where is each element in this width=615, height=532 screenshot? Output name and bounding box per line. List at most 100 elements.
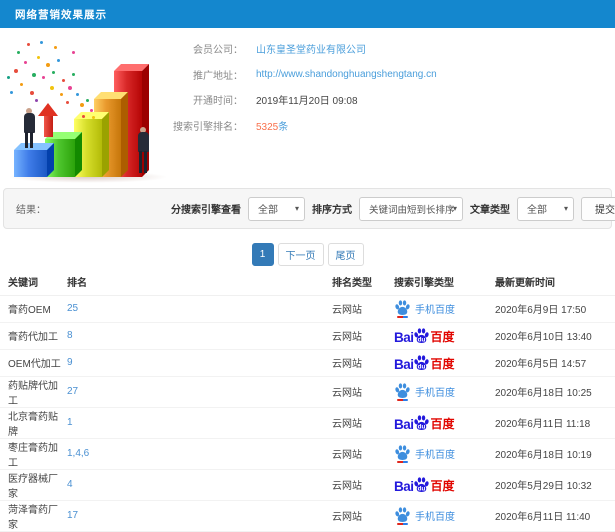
confetti-dot: [32, 73, 36, 77]
keyword-cell: 医疗器械厂家: [0, 469, 67, 501]
keyword-cell: 膏药代加工: [0, 322, 67, 350]
table-row: 医疗器械厂家 4 云网站 Bai du 百度 2020年5月29日 10:32: [0, 469, 615, 501]
info-label: 开通时间：: [193, 96, 243, 108]
last-page-button[interactable]: 尾页: [327, 243, 364, 266]
engine-cell: Bai du 百度: [394, 469, 495, 501]
submit-button[interactable]: 提交: [581, 196, 615, 221]
baidu-logo[interactable]: Bai du 百度: [394, 354, 455, 372]
rank-type-cell: 云网站: [332, 407, 394, 439]
info-value[interactable]: 山东皇圣堂药业有限公司: [256, 41, 366, 56]
rank-link[interactable]: 1,4,6: [67, 448, 89, 459]
article-type-select[interactable]: 全部 ▾: [517, 196, 574, 221]
baidu-latin-text: Bai: [394, 416, 414, 432]
mobile-baidu-logo[interactable]: 手机百度: [394, 299, 455, 318]
engine-cell: 手机百度: [394, 295, 495, 323]
table-row: OEM代加工 9 云网站 Bai du 百度 2020年6月5日 14:57: [0, 349, 615, 377]
table-row: 膏药OEM 25 云网站 手机百度 2020年6月9日 17:50: [0, 295, 615, 323]
summary-section: 会员公司： 山东皇圣堂药业有限公司 推广地址： http://www.shandong…: [0, 28, 615, 188]
column-header: 关键词: [0, 269, 67, 296]
chevron-down-icon: ▾: [294, 203, 299, 213]
rank-type-cell: 云网站: [332, 500, 394, 532]
info-row: 推广地址： http://www.shandonghuangshengtang.c…: [155, 62, 437, 88]
updated-cell: 2020年5月29日 10:32: [495, 469, 615, 501]
rank-cell: 9: [67, 349, 332, 377]
info-label: 搜索引擎排名：: [173, 121, 243, 133]
keyword-cell: 枣庄膏药加工: [0, 438, 67, 470]
engine-cell: Bai du 百度: [394, 349, 495, 377]
table-row: 北京膏药贴牌 1 云网站 Bai du 百度 2020年6月11日 11:18: [0, 407, 615, 439]
rank-type-cell: 云网站: [332, 295, 394, 323]
confetti-dot: [90, 109, 93, 112]
page-current[interactable]: 1: [251, 243, 274, 266]
confetti-dot: [72, 73, 75, 76]
rank-link[interactable]: 27: [67, 386, 78, 397]
rank-cell: 4: [67, 469, 332, 501]
results-table: 关键词 排名 排名类型 搜索引擎类型 最新更新时间 膏药OEM 25 云网站 手机百度 …: [0, 269, 615, 532]
sort-label: 排序方式: [312, 205, 352, 216]
confetti-dot: [66, 101, 69, 104]
updated-cell: 2020年6月18日 10:25: [495, 376, 615, 408]
page-title: 网络营销效果展示: [15, 8, 107, 21]
article-type-label: 文章类型: [470, 205, 510, 216]
rank-cell: 17: [67, 500, 332, 532]
baidu-logo[interactable]: Bai du 百度: [394, 414, 455, 432]
confetti-dot: [35, 99, 38, 102]
confetti-dot: [68, 86, 72, 90]
rank-cell: 25: [67, 295, 332, 323]
engine-filter-select[interactable]: 全部 ▾: [248, 196, 305, 221]
rank-link[interactable]: 17: [67, 510, 78, 521]
pagination: 1 下一页 尾页: [0, 229, 615, 267]
baidu-logo[interactable]: Bai du 百度: [394, 327, 455, 345]
sort-select[interactable]: 关键词由短到长排序 ▾: [359, 196, 463, 221]
confetti-dot: [60, 93, 63, 96]
rank-type-cell: 云网站: [332, 438, 394, 470]
mobile-baidu-logo[interactable]: 手机百度: [394, 506, 455, 525]
engine-label: 手机百度: [415, 387, 455, 399]
confetti-dot: [14, 69, 18, 73]
mobile-baidu-logo[interactable]: 手机百度: [394, 444, 455, 463]
rank-link[interactable]: 8: [67, 330, 73, 341]
rank-link[interactable]: 25: [67, 303, 78, 314]
rank-link[interactable]: 1: [67, 417, 73, 428]
engine-filter-value: 全部: [258, 205, 278, 216]
result-label: 结果：: [16, 205, 46, 216]
rank-link[interactable]: 9: [67, 357, 73, 368]
confetti-dot: [37, 56, 40, 59]
businessman-right: [135, 127, 151, 175]
info-value[interactable]: http://www.shandonghuangshengtang.cn: [256, 69, 437, 80]
confetti-dot: [20, 83, 23, 86]
result-count-unit: 条: [278, 121, 289, 133]
baidu-logo[interactable]: Bai du 百度: [394, 476, 455, 494]
rank-type-cell: 云网站: [332, 376, 394, 408]
updated-cell: 2020年6月5日 14:57: [495, 349, 615, 377]
confetti-dot: [72, 51, 75, 54]
column-header: 排名: [67, 269, 332, 296]
confetti-dot: [27, 43, 30, 46]
baidu-latin-text: Bai: [394, 329, 414, 345]
table-header-row: 关键词 排名 排名类型 搜索引擎类型 最新更新时间: [0, 269, 615, 296]
mobile-baidu-logo[interactable]: 手机百度: [394, 382, 455, 401]
baidu-latin-text: Bai: [394, 478, 414, 494]
confetti-dot: [92, 116, 95, 119]
confetti-dot: [82, 115, 85, 118]
next-page-button[interactable]: 下一页: [277, 243, 324, 266]
baidu-paw-icon: [394, 444, 411, 463]
svg-text:du: du: [417, 336, 425, 343]
engine-cell: 手机百度: [394, 500, 495, 532]
svg-text:du: du: [417, 485, 425, 492]
sort-value: 关键词由短到长排序: [369, 204, 455, 216]
engine-label: 手机百度: [415, 511, 455, 523]
svg-text:du: du: [417, 363, 425, 370]
confetti-dot: [40, 41, 43, 44]
table-row: 药贴牌代加工 27 云网站 手机百度 2020年6月18日 10:25: [0, 376, 615, 408]
updated-cell: 2020年6月11日 11:40: [495, 500, 615, 532]
column-header: 搜索引擎类型: [394, 269, 495, 296]
engine-label: 百度: [430, 478, 455, 493]
info-row: 开通时间： 2019年11月20日 09:08: [155, 87, 437, 113]
rank-type-cell: 云网站: [332, 349, 394, 377]
confetti-dot: [10, 91, 13, 94]
rank-link[interactable]: 4: [67, 479, 73, 490]
keyword-cell: 膏药OEM: [0, 295, 67, 323]
column-header: 最新更新时间: [495, 269, 615, 296]
confetti-dot: [17, 51, 20, 54]
